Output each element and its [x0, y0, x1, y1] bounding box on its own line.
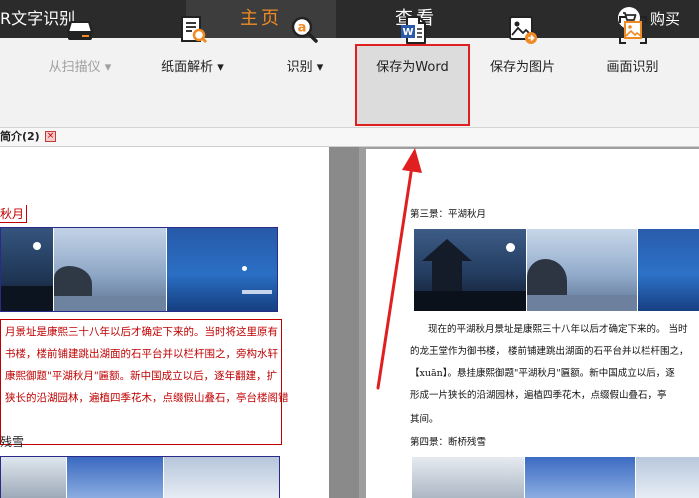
save-as-word-button[interactable]: W 保存为Word: [355, 0, 470, 89]
save-as-image-label: 保存为图片: [489, 60, 555, 75]
output-text-line: 其间。: [410, 414, 439, 425]
paper-parse-button[interactable]: 纸面解析 ▾: [145, 0, 240, 89]
document-tab-bar: [0, 128, 699, 147]
page-gutter: [329, 147, 359, 498]
photo-night-pavilion: [1, 228, 53, 311]
word-document-icon: W: [397, 14, 429, 46]
close-tab-icon[interactable]: ×: [45, 131, 56, 142]
save-as-image-button[interactable]: 保存为图片: [475, 0, 570, 89]
output-text-line: 形成一片狭长的沿湖园林，遍植四季花木，点缀假山叠石，亭: [410, 390, 667, 401]
ocr-button[interactable]: a 识别 ▾: [260, 0, 350, 89]
photo-strip-snow: [0, 456, 280, 498]
svg-text:W: W: [402, 27, 413, 38]
output-text-line: 【xuān】。悬挂康熙御题"平湖秋月"匾额。新中国成立以后，逐: [410, 368, 675, 379]
annotation-arrow: [376, 148, 422, 390]
text-line: 狭长的沿湖园林，遍植四季花木，点缀假山叠石，亭台楼阁错: [5, 392, 289, 404]
document-tab[interactable]: 简介(2): [0, 128, 42, 146]
ocr-magnifier-icon: a: [289, 14, 321, 46]
text-block-recognized: 月景址是康熙三十八年以后才确定下来的。当时将这里原有 书楼，楼前铺建跳出湖面的石…: [0, 319, 289, 445]
text-line: 康熙御题"平湖秋月"匾额。新中国成立以后，逐年翻建，扩: [5, 370, 278, 382]
screen-capture-icon: [617, 14, 649, 46]
paper-parse-label: 纸面解析: [161, 60, 214, 75]
output-text-line: 现在的平湖秋月景址是康熙三十八年以后才确定下来的。 当时: [428, 324, 688, 335]
photo-lake-dusk: [527, 229, 637, 311]
ocr-label: 识别: [286, 60, 313, 75]
photo-lake-night: [638, 229, 699, 311]
region-ocr-button[interactable]: 画面识别: [585, 0, 680, 89]
photo-strip-recognized: [0, 227, 278, 312]
output-text-line: 的龙王堂作为御书楼， 楼前铺建跳出湖面的石平台并以栏杆围之，: [410, 346, 689, 357]
document-search-icon: [177, 14, 209, 46]
heading-broken-bridge: 残雪: [0, 435, 25, 449]
source-page[interactable]: 秋月 月景址是康熙三十八年以后才确定下来的。当时将这里原有 书楼，楼前铺建跳出湖…: [0, 147, 329, 498]
save-image-icon: [507, 14, 539, 46]
photo-lake-night: [167, 228, 277, 311]
save-as-word-label: 保存为Word: [376, 60, 449, 75]
svg-text:a: a: [298, 21, 307, 36]
region-ocr-label: 画面识别: [606, 60, 659, 75]
scanner-icon: [64, 14, 96, 46]
output-photo-strip-snow: [412, 457, 699, 498]
scan-button[interactable]: 从扫描仪 ▾: [30, 0, 130, 89]
scene-4-title: 第四景：断桥残雪: [410, 437, 487, 448]
text-line: 月景址是康熙三十八年以后才确定下来的。当时将这里原有: [5, 326, 278, 338]
photo-lake-dusk: [54, 228, 166, 311]
output-photo-strip: [414, 229, 699, 311]
scan-label: 从扫描仪: [48, 60, 101, 75]
heading-autumn-moon: 秋月: [0, 205, 28, 223]
text-line: 书楼，楼前铺建跳出湖面的石平台并以栏杆围之，旁构水轩: [5, 348, 278, 360]
